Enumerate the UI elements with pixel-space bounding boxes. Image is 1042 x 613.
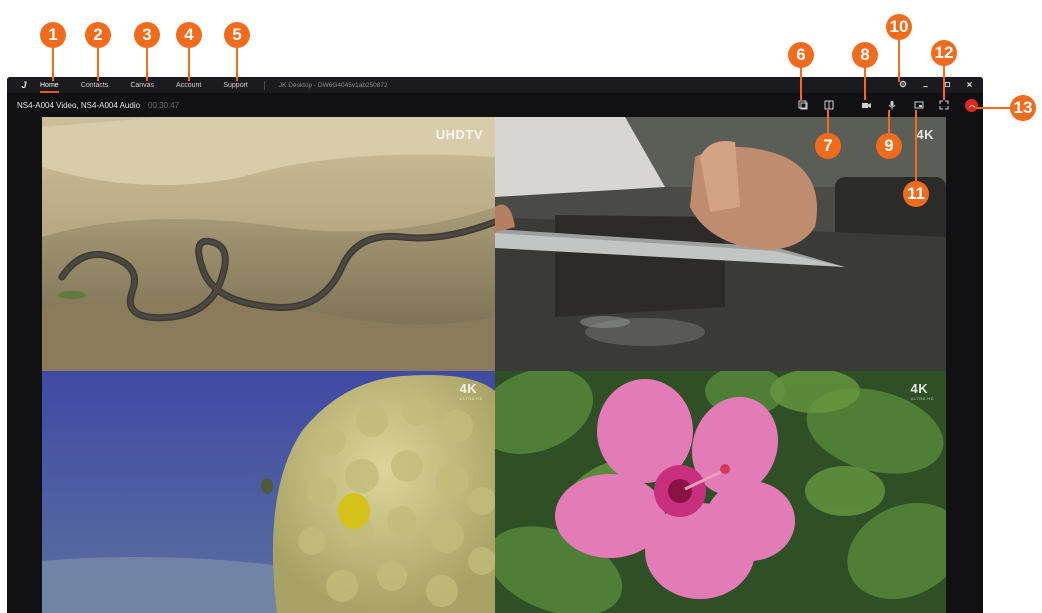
badge-text: 4K xyxy=(916,127,934,142)
app-logo: J xyxy=(21,80,27,90)
call-bar: NS4-A004 Video, NS4-A004 Audio 00:30:47 xyxy=(7,93,983,117)
coral-reef-image xyxy=(42,371,495,613)
call-timer: 00:30:47 xyxy=(148,100,180,110)
video-grid: UHDTV 4K 4K ULTRA HD 4K ULTRA HD xyxy=(42,117,946,613)
callout-5: 5 xyxy=(224,22,250,48)
video-badge: 4K ULTRA HD xyxy=(911,381,934,401)
badge-subtext: ULTRA HD xyxy=(459,396,483,401)
callout-6: 6 xyxy=(788,42,814,68)
road-landscape-image xyxy=(42,117,495,371)
close-icon[interactable] xyxy=(963,81,975,90)
layout-button[interactable] xyxy=(823,99,835,111)
tab-contacts[interactable]: Contacts xyxy=(81,82,109,89)
callout-9: 9 xyxy=(876,133,902,159)
callout-12: 12 xyxy=(931,40,957,66)
video-badge: 4K ULTRA HD xyxy=(460,381,483,401)
callout-1: 1 xyxy=(40,22,66,48)
video-tile-coral-reef[interactable]: 4K ULTRA HD xyxy=(42,371,495,613)
tab-home[interactable]: Home xyxy=(40,82,59,93)
tab-account[interactable]: Account xyxy=(176,82,201,89)
knife-sharpening-image xyxy=(495,117,946,371)
video-badge: 4K xyxy=(916,127,934,142)
minimize-icon[interactable] xyxy=(919,81,931,90)
tab-canvas[interactable]: Canvas xyxy=(130,82,154,89)
call-title: NS4-A004 Video, NS4-A004 Audio xyxy=(17,100,141,110)
video-badge: UHDTV xyxy=(436,127,483,142)
callout-4: 4 xyxy=(176,22,202,48)
video-tile-knife-sharpening[interactable]: 4K xyxy=(495,117,946,371)
hibiscus-flower-image xyxy=(495,371,946,613)
video-tile-road-landscape[interactable]: UHDTV xyxy=(42,117,495,371)
menu-bar: J Home Contacts Canvas Account Support J… xyxy=(7,77,983,93)
badge-text: 4K xyxy=(910,381,929,396)
video-tile-hibiscus-flower[interactable]: 4K ULTRA HD xyxy=(495,371,946,613)
callout-3: 3 xyxy=(134,22,160,48)
end-call-button[interactable] xyxy=(965,99,978,112)
window-controls xyxy=(887,77,975,93)
badge-text: UHDTV xyxy=(435,127,483,142)
callout-8: 8 xyxy=(852,42,878,68)
callout-10: 10 xyxy=(886,14,912,40)
badge-subtext: ULTRA HD xyxy=(910,396,934,401)
app-window: J Home Contacts Canvas Account Support J… xyxy=(7,77,983,613)
badge-text: 4K xyxy=(459,381,478,396)
callout-7: 7 xyxy=(815,133,841,159)
share-screen-button[interactable] xyxy=(797,99,809,111)
callout-11: 11 xyxy=(903,181,929,207)
window-title: JK Desktop - DW6G4045v1ab250872 xyxy=(278,81,388,89)
callout-13: 13 xyxy=(1010,95,1036,121)
camera-icon[interactable] xyxy=(860,99,872,111)
menu-divider xyxy=(263,80,265,90)
tab-support[interactable]: Support xyxy=(223,82,248,89)
fullscreen-button[interactable] xyxy=(938,99,950,111)
callout-2: 2 xyxy=(85,22,111,48)
